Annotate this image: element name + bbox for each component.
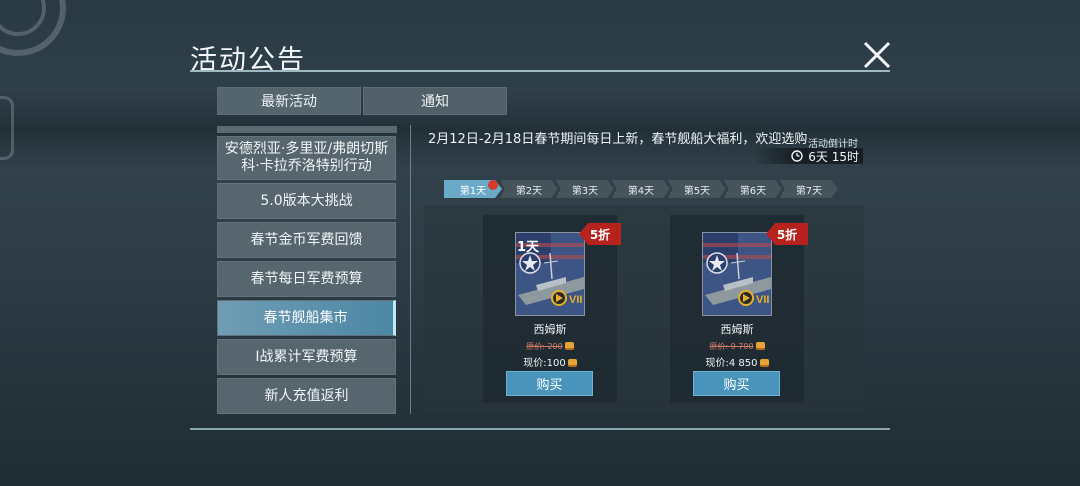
- event-item-gold-refund[interactable]: 春节金币军费回馈: [217, 222, 396, 258]
- discount-badge: 5折: [766, 223, 808, 245]
- close-button[interactable]: [860, 38, 894, 72]
- tab-notices[interactable]: 通知: [363, 87, 507, 115]
- tier-badge-icon: VII: [738, 290, 769, 306]
- tier-badge-icon: VII: [551, 290, 582, 306]
- day-tab-3[interactable]: 第3天: [556, 180, 614, 198]
- background-hex-shape: [0, 96, 14, 160]
- ship-name: 西姆斯: [533, 323, 567, 336]
- ship-card: VII 5折 西姆斯 原价: 9 700 现价:4 850 购买: [670, 215, 808, 403]
- tab-latest-events[interactable]: 最新活动: [217, 87, 361, 115]
- discount-badge: 5折: [579, 223, 621, 245]
- event-list-scroll-cap: [217, 126, 397, 133]
- vertical-divider: [410, 125, 411, 414]
- buy-button[interactable]: 购买: [506, 371, 593, 396]
- day-tab-5[interactable]: 第5天: [668, 180, 726, 198]
- day-tab-2[interactable]: 第2天: [500, 180, 558, 198]
- close-icon: [863, 41, 891, 69]
- countdown-value: 6天 15时: [808, 149, 859, 164]
- ship-card: 1天 VII 5折 西姆斯 原价: 200 现价:100 购买: [483, 215, 621, 403]
- title-divider: [190, 70, 890, 72]
- gold-coin-icon: [567, 359, 577, 367]
- bottom-divider: [190, 428, 890, 430]
- buy-button[interactable]: 购买: [693, 371, 780, 396]
- current-price: 现价:4 850: [670, 354, 804, 369]
- event-item-newcomer-rebate[interactable]: 新人充值返利: [217, 378, 396, 414]
- event-headline: 2月12日-2月18日春节期间每日上新，春节舰船大福利，欢迎选购: [428, 132, 808, 147]
- event-item-special-operation[interactable]: 安德烈亚·多里亚/弗朗切斯科·卡拉乔洛特别行动: [217, 136, 396, 180]
- event-item-ship-market[interactable]: 春节舰船集市: [217, 300, 396, 336]
- tier-label: VII: [569, 294, 582, 306]
- countdown-box: 6天 15时: [752, 148, 863, 164]
- gold-coin-icon: [759, 359, 769, 367]
- day-tab-7[interactable]: 第7天: [780, 180, 838, 198]
- current-price: 现价:100: [483, 354, 617, 369]
- day-tab-4[interactable]: 第4天: [612, 180, 670, 198]
- day-tab-6[interactable]: 第6天: [724, 180, 782, 198]
- event-item-5-0-challenge[interactable]: 5.0版本大挑战: [217, 183, 396, 219]
- event-list: 安德烈亚·多里亚/弗朗切斯科·卡拉乔洛特别行动 5.0版本大挑战 春节金币军费回…: [217, 126, 397, 417]
- original-price: 原价: 9 700: [670, 341, 804, 352]
- clock-icon: [791, 150, 803, 162]
- event-item-cumulative-budget[interactable]: I战累计军费预算: [217, 339, 396, 375]
- event-item-daily-budget[interactable]: 春节每日军费预算: [217, 261, 396, 297]
- original-price: 原价: 200: [483, 341, 617, 352]
- gold-coin-icon: [564, 342, 574, 350]
- ship-name: 西姆斯: [720, 323, 754, 336]
- tier-label: VII: [756, 294, 769, 306]
- notification-dot: [488, 180, 498, 190]
- days-badge: 1天: [517, 240, 540, 255]
- gold-coin-icon: [755, 342, 765, 350]
